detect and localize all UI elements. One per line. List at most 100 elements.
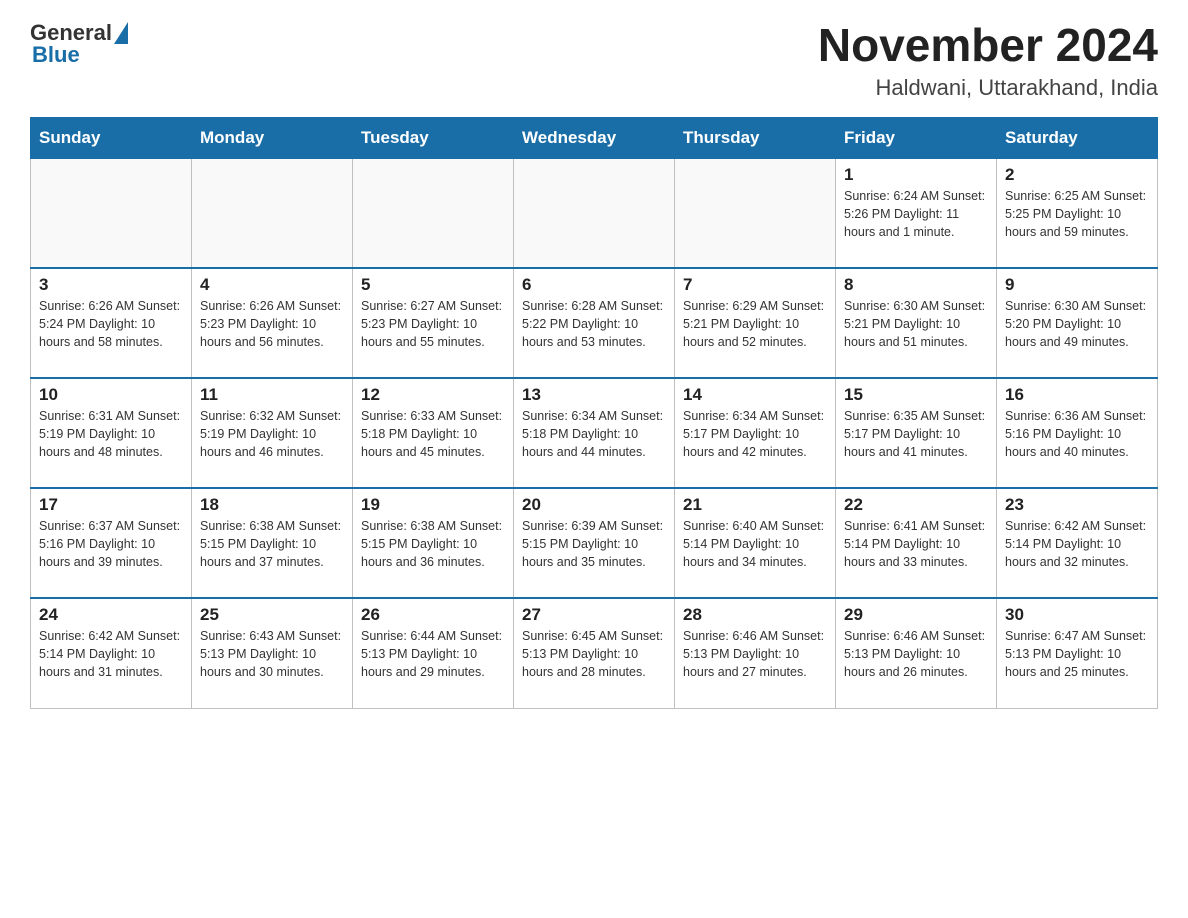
day-number: 12 xyxy=(361,385,505,405)
day-number: 7 xyxy=(683,275,827,295)
day-info: Sunrise: 6:41 AM Sunset: 5:14 PM Dayligh… xyxy=(844,517,988,571)
location-subtitle: Haldwani, Uttarakhand, India xyxy=(818,75,1158,101)
calendar-cell: 21Sunrise: 6:40 AM Sunset: 5:14 PM Dayli… xyxy=(675,488,836,598)
day-info: Sunrise: 6:46 AM Sunset: 5:13 PM Dayligh… xyxy=(844,627,988,681)
calendar-week-row: 3Sunrise: 6:26 AM Sunset: 5:24 PM Daylig… xyxy=(31,268,1158,378)
col-wednesday: Wednesday xyxy=(514,117,675,158)
calendar-cell: 11Sunrise: 6:32 AM Sunset: 5:19 PM Dayli… xyxy=(192,378,353,488)
logo: General Blue xyxy=(30,20,128,68)
col-monday: Monday xyxy=(192,117,353,158)
day-number: 10 xyxy=(39,385,183,405)
day-number: 17 xyxy=(39,495,183,515)
day-number: 4 xyxy=(200,275,344,295)
day-info: Sunrise: 6:47 AM Sunset: 5:13 PM Dayligh… xyxy=(1005,627,1149,681)
calendar-cell: 15Sunrise: 6:35 AM Sunset: 5:17 PM Dayli… xyxy=(836,378,997,488)
day-info: Sunrise: 6:24 AM Sunset: 5:26 PM Dayligh… xyxy=(844,187,988,241)
day-info: Sunrise: 6:32 AM Sunset: 5:19 PM Dayligh… xyxy=(200,407,344,461)
day-number: 8 xyxy=(844,275,988,295)
day-info: Sunrise: 6:40 AM Sunset: 5:14 PM Dayligh… xyxy=(683,517,827,571)
day-number: 9 xyxy=(1005,275,1149,295)
calendar-cell: 13Sunrise: 6:34 AM Sunset: 5:18 PM Dayli… xyxy=(514,378,675,488)
day-info: Sunrise: 6:26 AM Sunset: 5:23 PM Dayligh… xyxy=(200,297,344,351)
day-info: Sunrise: 6:37 AM Sunset: 5:16 PM Dayligh… xyxy=(39,517,183,571)
day-info: Sunrise: 6:26 AM Sunset: 5:24 PM Dayligh… xyxy=(39,297,183,351)
day-number: 5 xyxy=(361,275,505,295)
day-number: 23 xyxy=(1005,495,1149,515)
day-info: Sunrise: 6:42 AM Sunset: 5:14 PM Dayligh… xyxy=(39,627,183,681)
day-number: 19 xyxy=(361,495,505,515)
calendar-cell: 5Sunrise: 6:27 AM Sunset: 5:23 PM Daylig… xyxy=(353,268,514,378)
calendar-cell: 23Sunrise: 6:42 AM Sunset: 5:14 PM Dayli… xyxy=(997,488,1158,598)
calendar-cell: 30Sunrise: 6:47 AM Sunset: 5:13 PM Dayli… xyxy=(997,598,1158,708)
calendar-cell: 10Sunrise: 6:31 AM Sunset: 5:19 PM Dayli… xyxy=(31,378,192,488)
day-number: 14 xyxy=(683,385,827,405)
day-info: Sunrise: 6:25 AM Sunset: 5:25 PM Dayligh… xyxy=(1005,187,1149,241)
day-info: Sunrise: 6:43 AM Sunset: 5:13 PM Dayligh… xyxy=(200,627,344,681)
day-info: Sunrise: 6:42 AM Sunset: 5:14 PM Dayligh… xyxy=(1005,517,1149,571)
calendar-cell: 17Sunrise: 6:37 AM Sunset: 5:16 PM Dayli… xyxy=(31,488,192,598)
calendar-cell xyxy=(514,158,675,268)
calendar-cell: 7Sunrise: 6:29 AM Sunset: 5:21 PM Daylig… xyxy=(675,268,836,378)
calendar-cell: 4Sunrise: 6:26 AM Sunset: 5:23 PM Daylig… xyxy=(192,268,353,378)
calendar-cell: 16Sunrise: 6:36 AM Sunset: 5:16 PM Dayli… xyxy=(997,378,1158,488)
calendar-cell: 22Sunrise: 6:41 AM Sunset: 5:14 PM Dayli… xyxy=(836,488,997,598)
page-header: General Blue November 2024 Haldwani, Utt… xyxy=(30,20,1158,101)
calendar-week-row: 24Sunrise: 6:42 AM Sunset: 5:14 PM Dayli… xyxy=(31,598,1158,708)
col-sunday: Sunday xyxy=(31,117,192,158)
day-number: 28 xyxy=(683,605,827,625)
calendar-cell: 28Sunrise: 6:46 AM Sunset: 5:13 PM Dayli… xyxy=(675,598,836,708)
day-info: Sunrise: 6:34 AM Sunset: 5:18 PM Dayligh… xyxy=(522,407,666,461)
day-info: Sunrise: 6:28 AM Sunset: 5:22 PM Dayligh… xyxy=(522,297,666,351)
day-info: Sunrise: 6:27 AM Sunset: 5:23 PM Dayligh… xyxy=(361,297,505,351)
day-info: Sunrise: 6:33 AM Sunset: 5:18 PM Dayligh… xyxy=(361,407,505,461)
day-info: Sunrise: 6:38 AM Sunset: 5:15 PM Dayligh… xyxy=(200,517,344,571)
day-number: 27 xyxy=(522,605,666,625)
day-info: Sunrise: 6:30 AM Sunset: 5:21 PM Dayligh… xyxy=(844,297,988,351)
calendar-cell xyxy=(192,158,353,268)
calendar-cell: 27Sunrise: 6:45 AM Sunset: 5:13 PM Dayli… xyxy=(514,598,675,708)
day-number: 21 xyxy=(683,495,827,515)
calendar-table: Sunday Monday Tuesday Wednesday Thursday… xyxy=(30,117,1158,709)
month-year-title: November 2024 xyxy=(818,20,1158,71)
day-info: Sunrise: 6:29 AM Sunset: 5:21 PM Dayligh… xyxy=(683,297,827,351)
day-info: Sunrise: 6:30 AM Sunset: 5:20 PM Dayligh… xyxy=(1005,297,1149,351)
calendar-cell: 12Sunrise: 6:33 AM Sunset: 5:18 PM Dayli… xyxy=(353,378,514,488)
col-friday: Friday xyxy=(836,117,997,158)
calendar-cell: 24Sunrise: 6:42 AM Sunset: 5:14 PM Dayli… xyxy=(31,598,192,708)
calendar-cell: 26Sunrise: 6:44 AM Sunset: 5:13 PM Dayli… xyxy=(353,598,514,708)
day-info: Sunrise: 6:46 AM Sunset: 5:13 PM Dayligh… xyxy=(683,627,827,681)
day-info: Sunrise: 6:35 AM Sunset: 5:17 PM Dayligh… xyxy=(844,407,988,461)
day-number: 24 xyxy=(39,605,183,625)
day-info: Sunrise: 6:31 AM Sunset: 5:19 PM Dayligh… xyxy=(39,407,183,461)
day-number: 15 xyxy=(844,385,988,405)
day-info: Sunrise: 6:39 AM Sunset: 5:15 PM Dayligh… xyxy=(522,517,666,571)
day-number: 2 xyxy=(1005,165,1149,185)
day-number: 3 xyxy=(39,275,183,295)
calendar-header-row: Sunday Monday Tuesday Wednesday Thursday… xyxy=(31,117,1158,158)
day-number: 1 xyxy=(844,165,988,185)
calendar-cell xyxy=(353,158,514,268)
calendar-week-row: 10Sunrise: 6:31 AM Sunset: 5:19 PM Dayli… xyxy=(31,378,1158,488)
day-info: Sunrise: 6:34 AM Sunset: 5:17 PM Dayligh… xyxy=(683,407,827,461)
day-number: 29 xyxy=(844,605,988,625)
day-number: 20 xyxy=(522,495,666,515)
day-number: 30 xyxy=(1005,605,1149,625)
calendar-cell: 3Sunrise: 6:26 AM Sunset: 5:24 PM Daylig… xyxy=(31,268,192,378)
day-number: 26 xyxy=(361,605,505,625)
logo-blue-text: Blue xyxy=(32,42,80,68)
calendar-cell: 18Sunrise: 6:38 AM Sunset: 5:15 PM Dayli… xyxy=(192,488,353,598)
col-saturday: Saturday xyxy=(997,117,1158,158)
day-number: 22 xyxy=(844,495,988,515)
day-number: 6 xyxy=(522,275,666,295)
calendar-cell xyxy=(675,158,836,268)
calendar-cell: 1Sunrise: 6:24 AM Sunset: 5:26 PM Daylig… xyxy=(836,158,997,268)
day-number: 25 xyxy=(200,605,344,625)
day-number: 16 xyxy=(1005,385,1149,405)
calendar-cell: 20Sunrise: 6:39 AM Sunset: 5:15 PM Dayli… xyxy=(514,488,675,598)
calendar-cell: 14Sunrise: 6:34 AM Sunset: 5:17 PM Dayli… xyxy=(675,378,836,488)
calendar-week-row: 17Sunrise: 6:37 AM Sunset: 5:16 PM Dayli… xyxy=(31,488,1158,598)
calendar-cell: 8Sunrise: 6:30 AM Sunset: 5:21 PM Daylig… xyxy=(836,268,997,378)
col-tuesday: Tuesday xyxy=(353,117,514,158)
title-block: November 2024 Haldwani, Uttarakhand, Ind… xyxy=(818,20,1158,101)
col-thursday: Thursday xyxy=(675,117,836,158)
